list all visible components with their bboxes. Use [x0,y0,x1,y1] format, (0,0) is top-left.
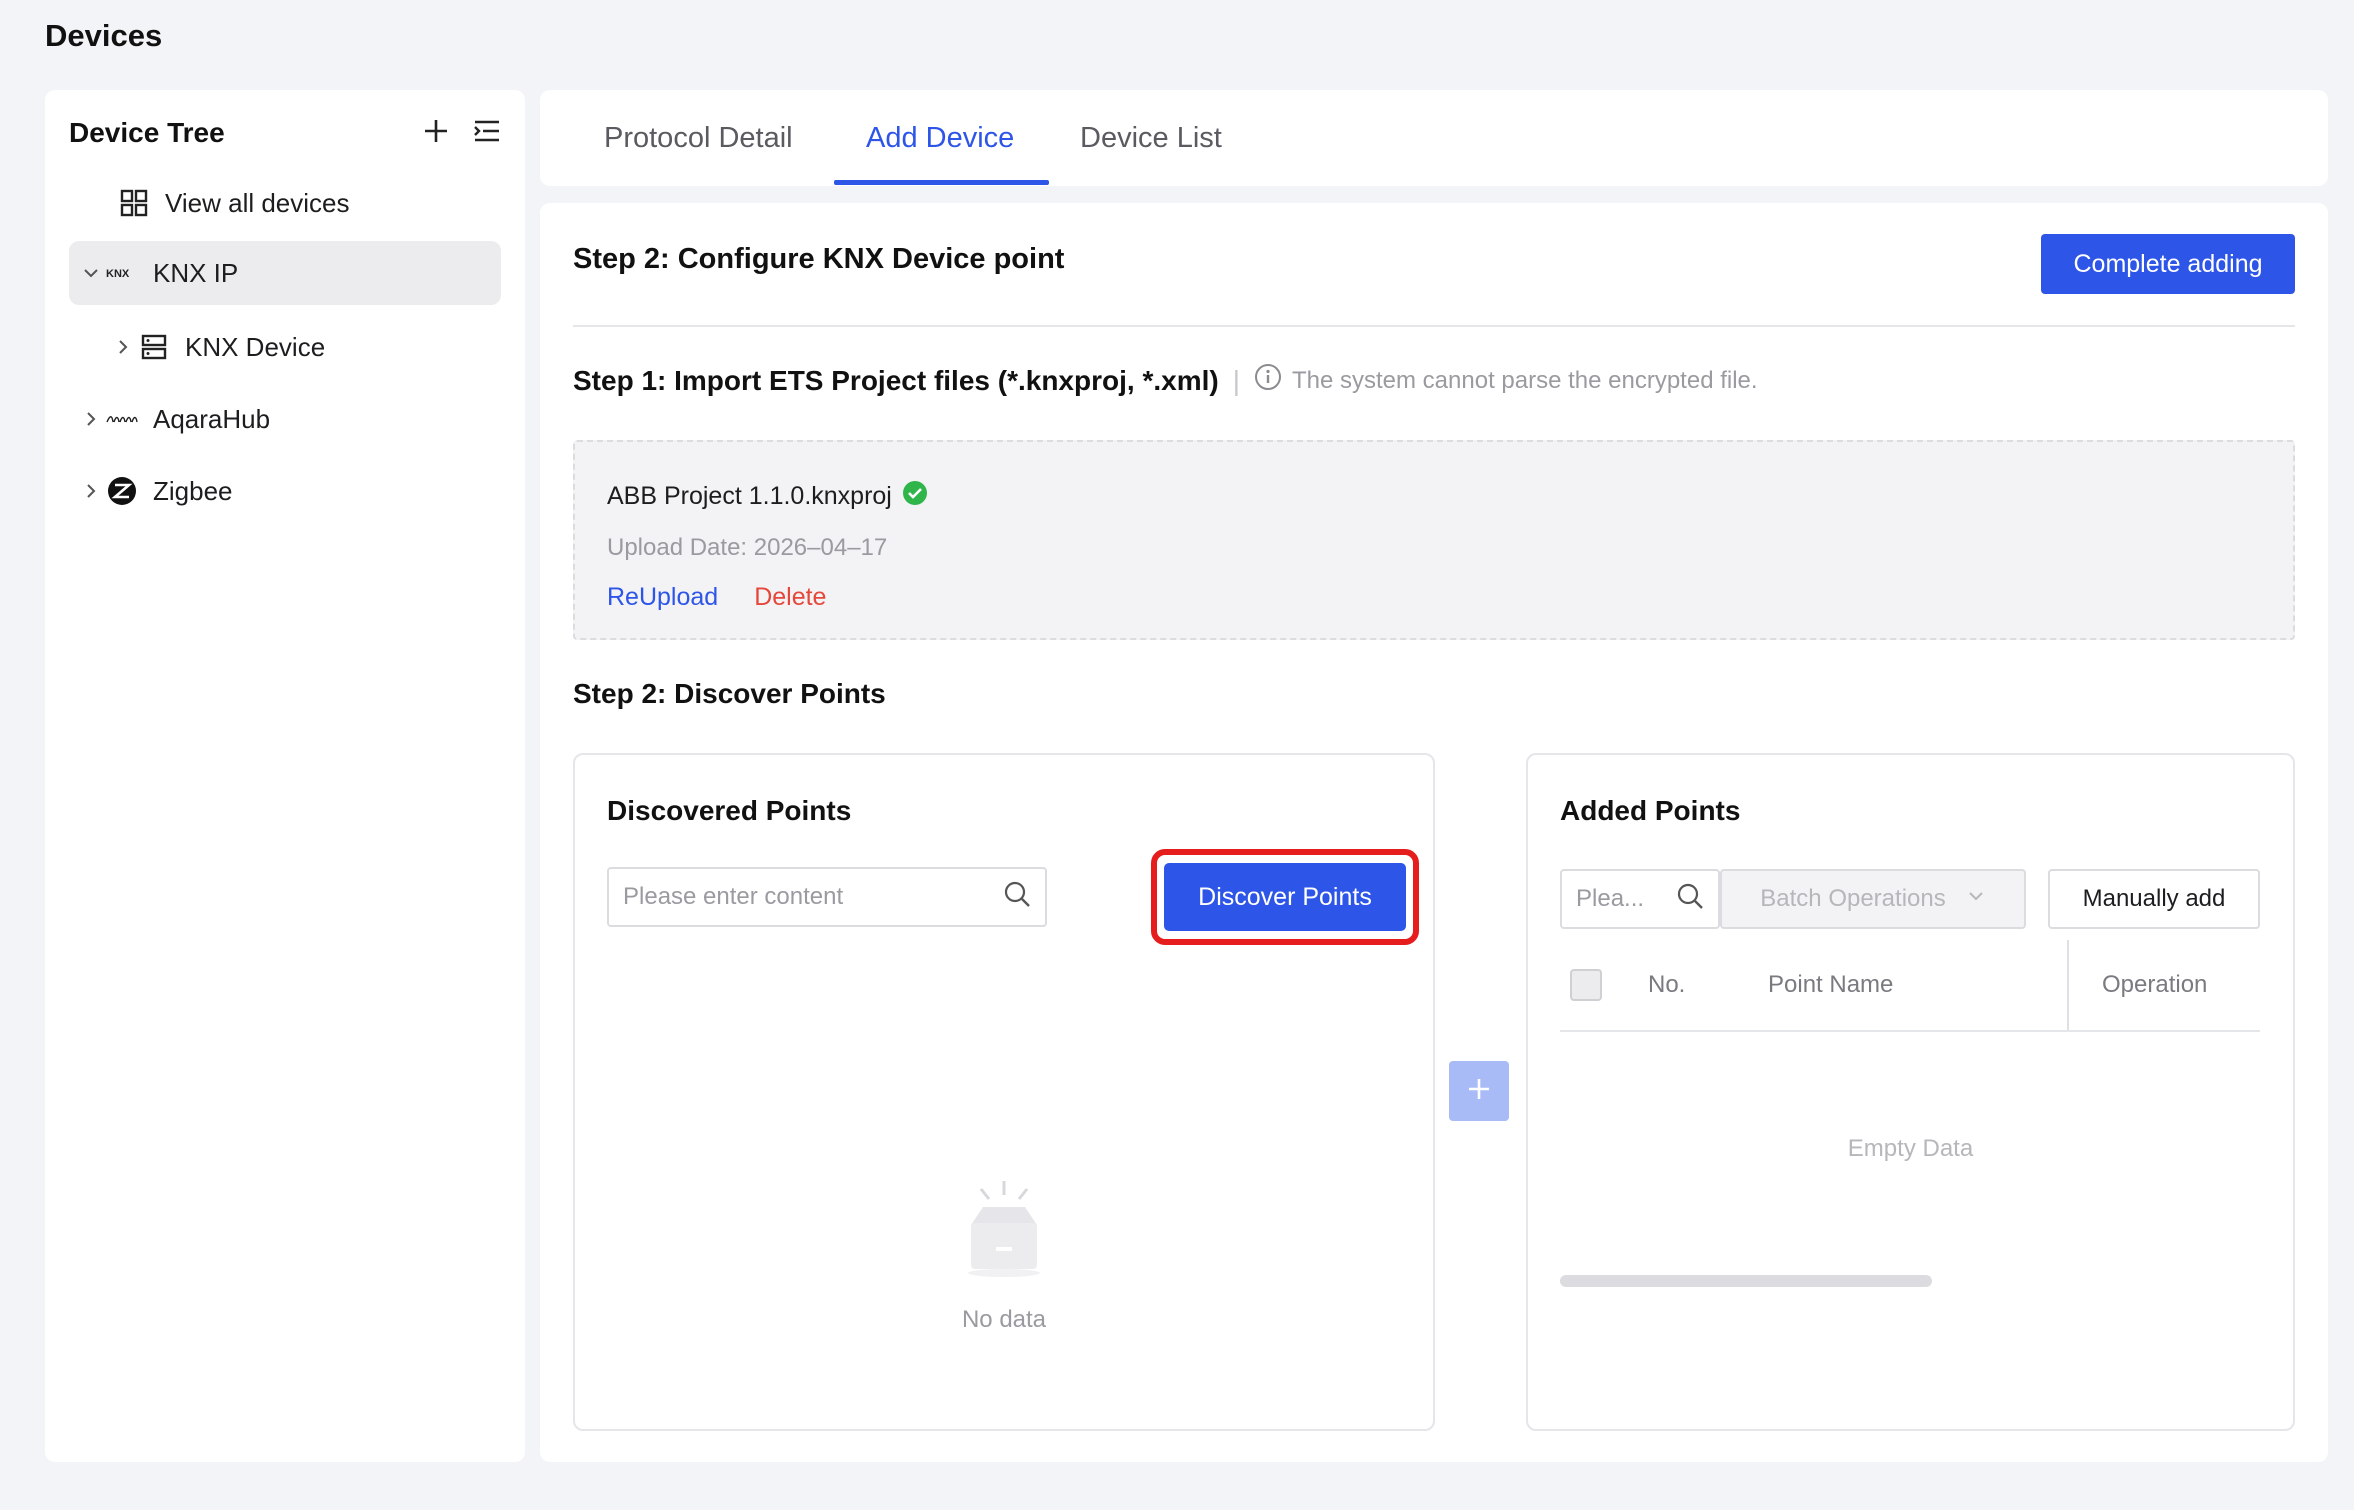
empty-data-text: Empty Data [1847,1135,1974,1162]
manually-add-button[interactable]: Manually add [2048,869,2260,929]
add-icon[interactable] [423,118,449,149]
uploaded-file: ABB Project 1.1.0.knxproj [607,480,928,513]
chevron-down-icon [1966,885,1986,913]
batch-operations-dropdown[interactable]: Batch Operations [1720,869,2026,929]
configure-step-title: Step 2: Configure KNX Device point [573,243,1065,275]
search-placeholder: Please enter content [623,883,844,910]
tab-device-list[interactable]: Device List [1080,90,1222,186]
column-point-name: Point Name [1768,971,1894,998]
empty-text: No data [961,1306,1047,1333]
complete-adding-button[interactable]: Complete adding [2041,234,2295,294]
chevron-right-icon[interactable] [77,405,105,433]
svg-text:KNX: KNX [106,268,130,280]
horizontal-scrollbar[interactable] [1560,1275,1932,1287]
tab-protocol-detail[interactable]: Protocol Detail [604,90,793,186]
chevron-right-icon[interactable] [77,477,105,505]
discover-step-title: Step 2: Discover Points [573,678,886,709]
encrypted-file-note: The system cannot parse the encrypted fi… [1254,363,1758,398]
tree-item-aqarahub[interactable]: AqaraHub [69,387,501,451]
import-step: Step 1: Import ETS Project files (*.knxp… [573,363,1758,398]
column-divider [2067,940,2069,1030]
file-name: ABB Project 1.1.0.knxproj [607,482,892,510]
add-device-content: Step 2: Configure KNX Device point Compl… [540,203,2328,1462]
device-tree-title: Device Tree [69,117,225,148]
added-points-table-header: No. Point Name Operation [1560,940,2260,1032]
chevron-down-icon[interactable] [77,259,105,287]
discovered-points-title: Discovered Points [607,795,852,826]
discover-points-button[interactable]: Discover Points [1161,860,1409,934]
knx-logo-icon: KNX [105,256,139,290]
page-title: Devices [45,18,163,53]
reupload-link[interactable]: ReUpload [607,583,718,612]
chevron-right-icon[interactable] [109,333,137,361]
upload-date: Upload Date: 2026–04–17 [607,534,888,561]
info-icon [1254,363,1282,398]
column-operation: Operation [2102,971,2208,998]
tab-add-device[interactable]: Add Device [866,90,1014,186]
discovered-points-panel: Discovered Points Please enter content D… [573,753,1435,1431]
search-icon[interactable] [1003,880,1031,915]
active-tab-indicator [834,180,1049,185]
delete-link[interactable]: Delete [754,583,826,612]
search-placeholder: Plea... [1576,885,1645,912]
collapse-list-icon[interactable] [473,118,501,149]
grid-icon [117,186,151,220]
plus-icon [1466,1076,1492,1107]
batch-operations-label: Batch Operations [1760,885,1946,912]
search-icon[interactable] [1676,882,1704,917]
separator: | [1232,364,1240,396]
upload-actions: ReUpload Delete [607,583,826,612]
tree-item-label: Zigbee [153,475,233,506]
tree-item-label: KNX IP [153,257,239,288]
discovered-search-input[interactable]: Please enter content [607,867,1047,927]
upload-area: ABB Project 1.1.0.knxproj Upload Date: 2… [573,440,2295,640]
added-points-title: Added Points [1560,795,1741,826]
added-points-panel: Added Points Plea... Batch Operations Ma… [1526,753,2295,1431]
empty-box-icon [949,1175,1059,1290]
tree-item-label: KNX Device [185,331,326,362]
import-step-title: Step 1: Import ETS Project files (*.knxp… [573,364,1219,396]
server-icon [137,330,171,364]
header-divider [573,325,2295,327]
select-all-checkbox[interactable] [1570,940,1602,1030]
device-tree-panel: Device Tree View all devices KNX KNX IP [45,90,525,1462]
note-text: The system cannot parse the encrypted fi… [1291,366,1758,394]
aqara-logo-icon [105,402,139,436]
tree-item-label: View all devices [165,187,350,218]
tabs-bar: Protocol Detail Add Device Device List [540,90,2328,186]
device-tree-header: Device Tree [69,112,501,154]
tree-item-zigbee[interactable]: Zigbee [69,459,501,523]
tree-item-knx-ip[interactable]: KNX KNX IP [69,241,501,305]
tree-item-view-all-devices[interactable]: View all devices [69,171,501,235]
check-circle-icon [902,480,928,513]
added-search-input[interactable]: Plea... [1560,869,1720,929]
column-no: No. [1648,971,1686,998]
device-tree-tools [423,118,501,149]
add-to-points-button[interactable] [1449,1061,1509,1121]
tree-item-knx-device[interactable]: KNX Device [69,315,501,379]
tree-item-label: AqaraHub [153,403,271,434]
zigbee-logo-icon [105,474,139,508]
discovered-empty-state: No data [575,1175,1433,1334]
